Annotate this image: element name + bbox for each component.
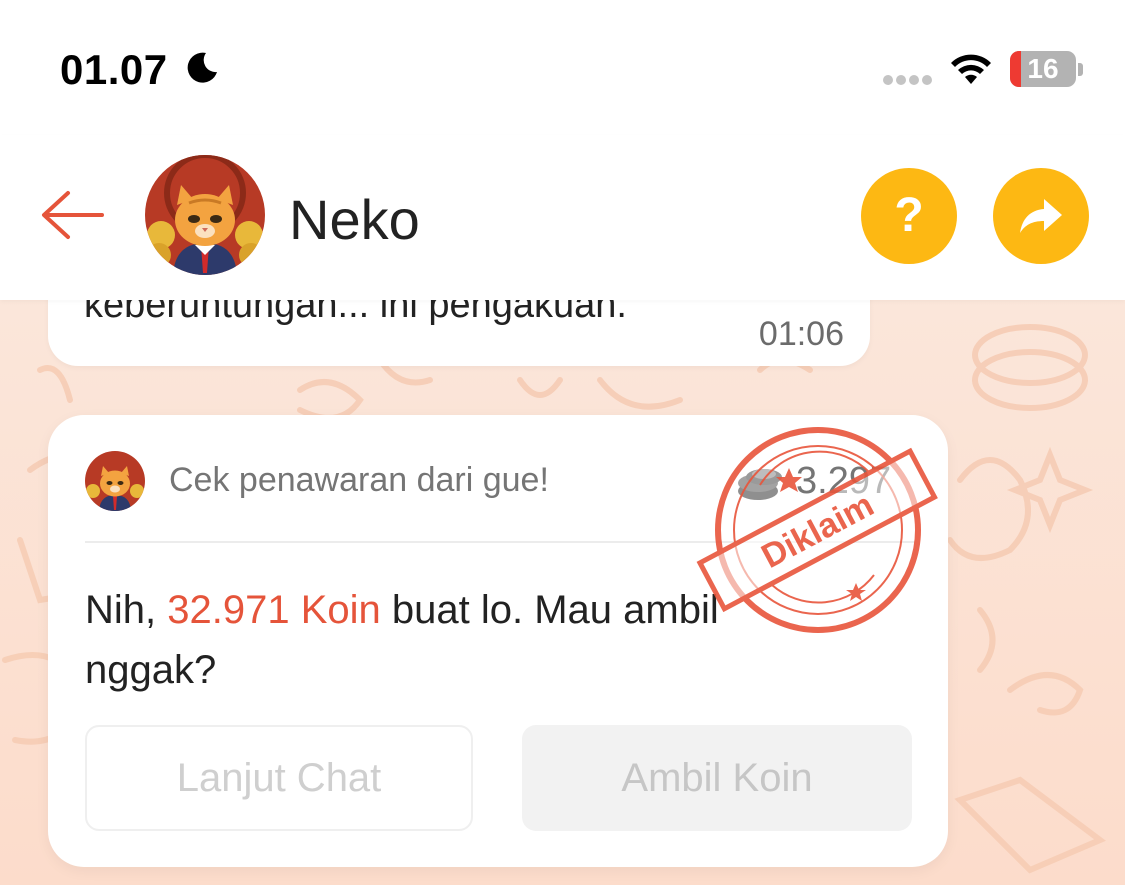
cat-avatar-icon xyxy=(85,451,145,511)
share-arrow-icon xyxy=(1020,199,1062,233)
claim-coin-button[interactable]: Ambil Koin xyxy=(522,725,912,831)
moon-icon xyxy=(187,52,217,83)
status-time: 01.07 xyxy=(60,46,168,93)
battery-cap xyxy=(1078,63,1083,76)
page-title: Neko xyxy=(289,188,420,251)
question-icon: ? xyxy=(894,189,924,242)
share-button[interactable] xyxy=(993,168,1089,264)
message-prefix: Nih, xyxy=(85,588,168,632)
wifi-icon xyxy=(951,54,991,84)
battery-percentage: 16 xyxy=(1027,53,1059,84)
continue-chat-button[interactable]: Lanjut Chat xyxy=(85,725,473,831)
avatar[interactable] xyxy=(145,155,265,275)
claimed-stamp: Diklaim xyxy=(696,427,938,633)
help-button[interactable]: ? xyxy=(861,168,957,264)
chat-header: Neko ? xyxy=(0,135,1125,300)
cat-avatar-icon xyxy=(145,155,265,275)
status-bar: 01.07 16 xyxy=(0,0,1125,135)
sender-avatar xyxy=(85,451,145,511)
cellular-signal-icon xyxy=(883,75,932,85)
message-timestamp: 01:06 xyxy=(758,315,844,353)
offer-header-text: Cek penawaran dari gue! xyxy=(169,461,549,499)
battery-indicator: 16 xyxy=(1010,51,1076,87)
coin-amount-highlight: 32.971 Koin xyxy=(167,588,381,632)
back-arrow-icon[interactable] xyxy=(38,185,108,245)
